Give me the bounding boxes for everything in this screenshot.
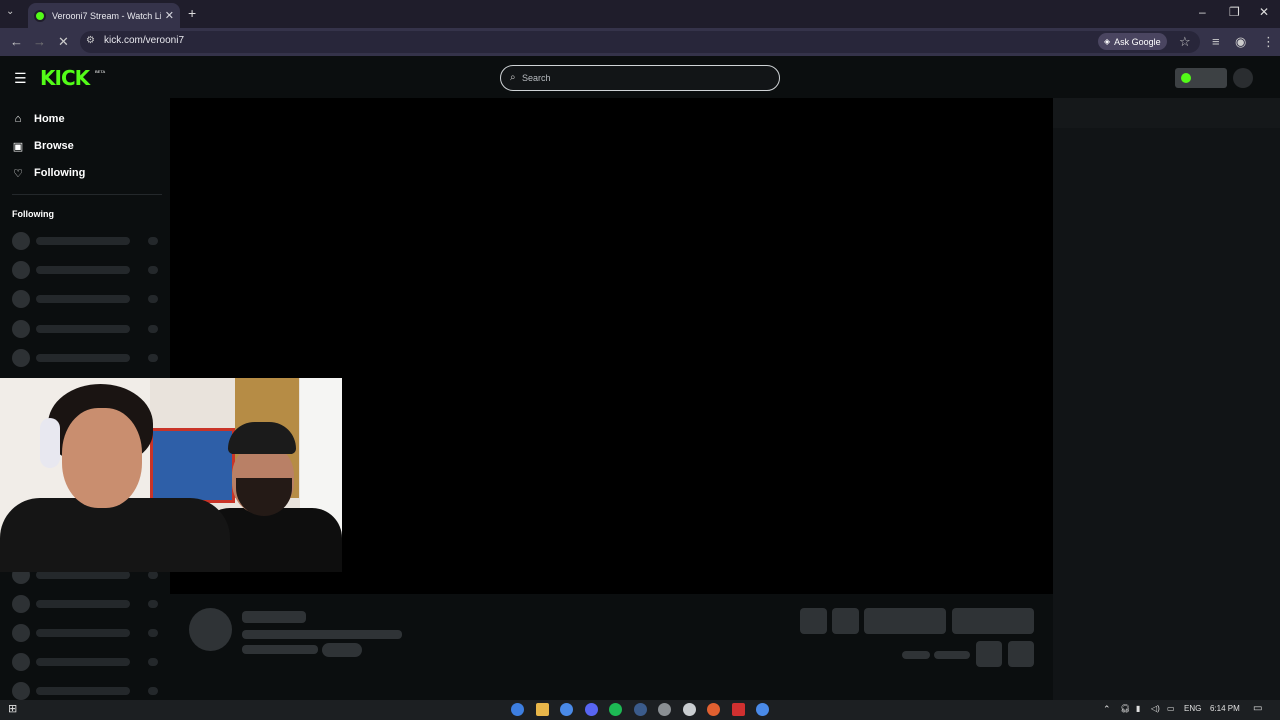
channel-avatar-skeleton <box>189 608 232 651</box>
address-bar[interactable] <box>80 31 1200 53</box>
windows-start-icon[interactable]: ⊞ <box>8 702 17 715</box>
following-skeleton-row <box>12 624 160 642</box>
google-lens-icon: ◈ <box>1104 37 1111 46</box>
app-icon[interactable] <box>658 703 671 716</box>
close-window-button[interactable]: ✕ <box>1259 5 1269 19</box>
hamburger-menu-icon[interactable]: ☰ <box>14 70 27 87</box>
following-skeleton-row <box>12 232 160 250</box>
stat-skeleton <box>934 651 970 659</box>
ask-google-label: Ask Google <box>1114 36 1161 47</box>
sidebar-item-following[interactable]: ♡ Following <box>12 163 85 183</box>
user-avatar[interactable] <box>1233 68 1253 88</box>
kick-k-icon <box>1181 73 1191 83</box>
reading-list-icon[interactable]: ≡ <box>1212 34 1220 49</box>
following-skeleton-row <box>12 595 160 613</box>
tab-title: Verooni7 Stream - Watch Live o <box>52 10 161 21</box>
action-button-skeleton <box>800 608 827 634</box>
browser-menu-icon[interactable]: ⋮ <box>1262 34 1275 50</box>
network-icon[interactable]: ▭ <box>1167 704 1175 713</box>
tab-close-icon[interactable]: ✕ <box>165 9 174 22</box>
search-icon: ⌕ <box>510 72 516 83</box>
forward-button[interactable]: → <box>33 34 46 49</box>
webcam-overlay <box>0 378 342 572</box>
tab-list-button[interactable]: ⌄ <box>6 6 14 17</box>
search-app-icon[interactable] <box>707 703 720 716</box>
language-indicator[interactable]: ENG <box>1184 704 1201 713</box>
search-box[interactable]: ⌕ <box>500 65 780 91</box>
icon-button-skeleton <box>1008 641 1034 667</box>
media-app-icon[interactable] <box>731 703 745 716</box>
minimize-button[interactable]: – <box>1199 5 1206 19</box>
following-skeleton-row <box>12 290 160 308</box>
file-explorer-icon[interactable] <box>535 703 549 716</box>
subscribe-button-skeleton <box>952 608 1034 634</box>
kick-pill-button[interactable] <box>1175 68 1227 88</box>
clock[interactable]: 6:14 PM <box>1210 704 1240 713</box>
tag-skeleton <box>322 643 362 657</box>
sidebar-item-browse[interactable]: ▣ Browse <box>12 136 74 156</box>
beta-label: BETA <box>95 69 106 74</box>
profile-icon[interactable]: ◉ <box>1235 34 1246 50</box>
action-button-skeleton <box>832 608 859 634</box>
kick-favicon-icon <box>34 9 46 22</box>
new-tab-button[interactable]: + <box>188 5 196 21</box>
notifications-icon[interactable]: ▭ <box>1253 703 1262 714</box>
follow-button-skeleton <box>864 608 946 634</box>
discord-icon[interactable] <box>584 703 598 716</box>
browser-tab[interactable]: Verooni7 Stream - Watch Live o ✕ <box>28 3 180 28</box>
stop-loading-button[interactable]: ✕ <box>58 34 69 50</box>
search-input[interactable] <box>522 70 772 86</box>
tray-expand-icon[interactable]: ⌃ <box>1103 704 1111 715</box>
following-skeleton-row <box>12 320 160 338</box>
edge-icon[interactable] <box>511 703 524 716</box>
url-text[interactable]: kick.com/verooni7 <box>104 35 184 46</box>
chrome-active-icon[interactable] <box>756 703 769 716</box>
microphone-icon[interactable]: ▮ <box>1136 704 1140 713</box>
settings-icon[interactable] <box>682 703 696 716</box>
sidebar-item-label: Browse <box>34 140 74 152</box>
following-skeleton-row <box>12 653 160 671</box>
restore-button[interactable]: ❐ <box>1229 5 1240 19</box>
icon-button-skeleton <box>976 641 1002 667</box>
site-info-icon[interactable]: ⚙ <box>86 35 95 46</box>
chat-header <box>1053 98 1280 128</box>
back-button[interactable]: ← <box>10 34 23 49</box>
volume-icon[interactable]: ◁) <box>1151 704 1160 713</box>
stat-skeleton <box>902 651 930 659</box>
channel-name-skeleton <box>242 611 306 623</box>
chrome-icon[interactable] <box>560 703 573 716</box>
ask-google-button[interactable]: ◈ Ask Google <box>1098 33 1167 50</box>
browse-icon: ▣ <box>12 140 24 153</box>
sidebar-item-label: Following <box>34 167 86 179</box>
kick-logo[interactable]: KICK <box>40 66 90 90</box>
following-section-title: Following <box>12 209 54 219</box>
chat-panel <box>1053 98 1280 700</box>
sidebar-divider <box>12 194 162 195</box>
sidebar-item-label: Home <box>34 113 65 125</box>
spotify-icon[interactable] <box>609 703 622 716</box>
steam-icon[interactable] <box>633 703 647 716</box>
following-skeleton-row <box>12 682 160 700</box>
heart-icon: ♡ <box>13 167 23 180</box>
category-skeleton <box>242 645 318 654</box>
following-skeleton-row <box>12 261 160 279</box>
following-skeleton-row <box>12 349 160 367</box>
sidebar-item-home[interactable]: ⌂ Home <box>12 109 65 129</box>
home-icon: ⌂ <box>14 113 22 125</box>
bookmark-star-icon[interactable]: ☆ <box>1179 34 1191 50</box>
stream-title-skeleton <box>242 630 402 639</box>
headset-icon[interactable]: 🎧︎ <box>1120 704 1130 713</box>
